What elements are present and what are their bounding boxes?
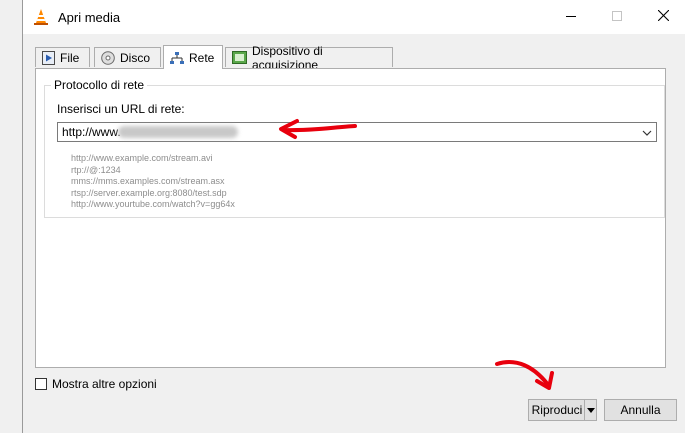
tab-file[interactable]: File — [35, 47, 90, 67]
capture-device-icon — [232, 51, 247, 64]
open-media-dialog: Apri media File Disco Rete Dispositivo d… — [22, 0, 685, 433]
more-options-checkbox[interactable] — [35, 378, 47, 390]
cancel-button-label: Annulla — [620, 403, 661, 417]
maximize-button[interactable] — [594, 0, 640, 34]
maximize-icon — [612, 10, 622, 24]
dropdown-arrow-icon — [586, 403, 595, 417]
url-examples: http://www.example.com/stream.avi rtp://… — [71, 153, 235, 211]
play-options-dropdown[interactable] — [584, 399, 597, 421]
redacted-url-blur — [118, 126, 238, 138]
url-input-value[interactable]: http://www. — [62, 125, 121, 139]
disc-icon — [101, 50, 115, 65]
minimize-icon — [566, 10, 576, 24]
play-button-label: Riproduci — [531, 403, 583, 417]
url-label: Inserisci un URL di rete: — [57, 102, 185, 116]
example-url: mms://mms.examples.com/stream.asx — [71, 176, 225, 186]
network-icon — [170, 51, 184, 65]
file-play-icon — [42, 50, 55, 65]
url-combobox[interactable]: http://www. — [57, 122, 657, 142]
minimize-button[interactable] — [548, 0, 594, 34]
chevron-down-icon[interactable] — [642, 127, 652, 141]
more-options-label: Mostra altre opzioni — [52, 377, 157, 391]
example-url: rtsp://server.example.org:8080/test.sdp — [71, 187, 227, 198]
dialog-title: Apri media — [58, 10, 121, 25]
vlc-cone-icon — [33, 8, 49, 26]
tab-file-label: File — [60, 50, 80, 65]
example-url: http://www.yourtube.com/watch?v=gg64x — [71, 199, 235, 209]
tab-panel-rete: Protocollo di rete Inserisci un URL di r… — [35, 68, 666, 368]
tab-disco[interactable]: Disco — [94, 47, 161, 67]
title-bar: Apri media — [23, 0, 685, 34]
tab-disco-label: Disco — [120, 50, 151, 65]
group-title: Protocollo di rete — [51, 78, 148, 92]
background-window-edge — [0, 0, 23, 433]
example-url: http://www.example.com/stream.avi — [71, 153, 213, 163]
tab-rete[interactable]: Rete — [163, 45, 223, 69]
example-url: rtp://@:1234 — [71, 164, 121, 175]
tab-rete-label: Rete — [189, 50, 215, 65]
close-button[interactable] — [640, 0, 685, 34]
play-button[interactable]: Riproduci — [528, 399, 585, 421]
network-protocol-group: Protocollo di rete Inserisci un URL di r… — [44, 78, 665, 218]
cancel-button[interactable]: Annulla — [604, 399, 677, 421]
close-icon — [657, 9, 669, 24]
more-options-toggle[interactable]: Mostra altre opzioni — [35, 377, 157, 391]
tab-capture-device[interactable]: Dispositivo di acquisizione — [225, 44, 393, 72]
